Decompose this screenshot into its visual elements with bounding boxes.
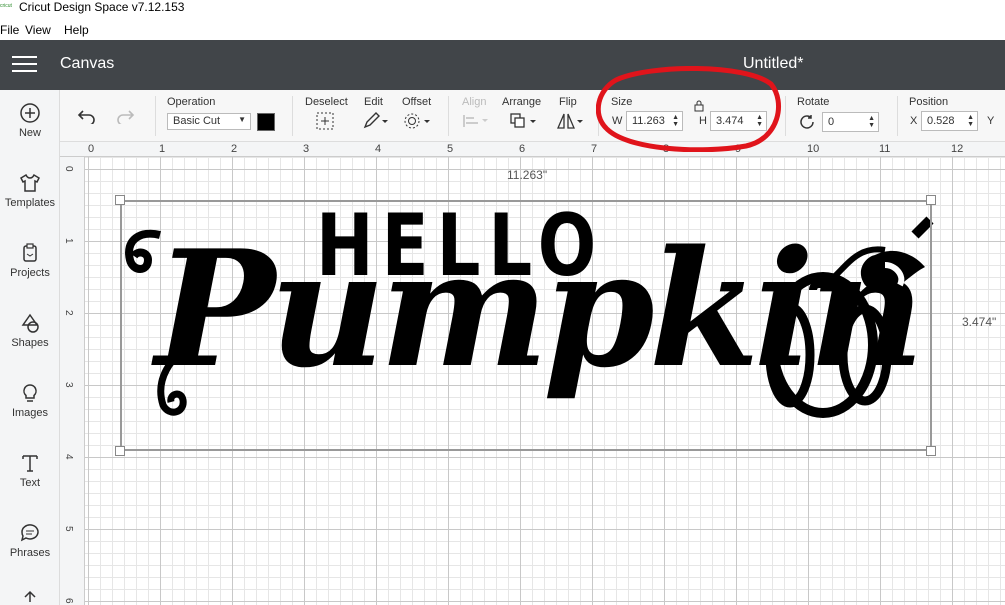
sidebar-item-label: Phrases xyxy=(9,547,51,559)
rotate-value: 0 xyxy=(828,116,835,128)
arrange-label: Arrange xyxy=(502,96,542,108)
shapes-icon xyxy=(21,313,39,333)
ruler-tick: 4 xyxy=(63,454,74,460)
edit-label: Edit xyxy=(364,96,383,108)
lightbulb-icon xyxy=(23,384,37,402)
ruler-tick: 2 xyxy=(231,143,238,155)
rotate-icon[interactable] xyxy=(798,114,816,130)
resize-handle[interactable] xyxy=(926,446,936,456)
y-label: Y xyxy=(987,115,995,127)
sidebar-item-projects[interactable]: Projects xyxy=(0,242,60,279)
hamburger-menu-icon[interactable] xyxy=(12,56,37,74)
rotate-label: Rotate xyxy=(797,96,830,108)
left-sidebar: New Templates Projects Shapes Images Tex… xyxy=(0,90,60,605)
position-x-value: 0.528 xyxy=(927,115,955,127)
ruler-tick: 5 xyxy=(63,526,74,532)
position-x-input[interactable]: 0.528 ▲ ▼ xyxy=(921,111,978,131)
shirt-icon xyxy=(20,173,40,192)
ruler-vertical: 0 1 2 3 4 5 6 xyxy=(60,157,85,605)
pencil-icon[interactable] xyxy=(362,112,388,130)
ruler-tick: 6 xyxy=(519,143,526,155)
flip-label: Flip xyxy=(559,96,577,108)
stepper-icon[interactable]: ▲ ▼ xyxy=(868,115,875,129)
ruler-tick: 1 xyxy=(63,238,74,244)
ruler-tick: 10 xyxy=(807,143,820,155)
deselect-label: Deselect xyxy=(305,96,348,108)
upload-icon xyxy=(24,590,36,602)
ruler-horizontal: 0 1 2 3 4 5 6 7 8 9 10 11 12 xyxy=(60,142,1005,157)
ruler-tick: 3 xyxy=(63,382,74,388)
resize-handle[interactable] xyxy=(926,195,936,205)
ruler-tick: 12 xyxy=(951,143,964,155)
ruler-tick: 3 xyxy=(303,143,310,155)
menu-file[interactable]: File xyxy=(0,23,19,37)
menu-help[interactable]: Help xyxy=(64,23,89,37)
offset-label: Offset xyxy=(402,96,432,108)
operation-select[interactable]: Basic Cut ▼ xyxy=(167,113,251,130)
deselect-icon[interactable] xyxy=(316,112,334,130)
resize-handle[interactable] xyxy=(115,195,125,205)
speech-bubble-icon xyxy=(20,524,39,542)
ruler-tick: 4 xyxy=(375,143,382,155)
ruler-tick: 11 xyxy=(879,143,891,155)
sidebar-item-label: Text xyxy=(19,477,41,489)
operation-color-swatch[interactable] xyxy=(257,113,275,131)
operation-value: Basic Cut xyxy=(173,115,221,127)
ruler-tick: 5 xyxy=(447,143,454,155)
resize-handle[interactable] xyxy=(115,446,125,456)
ruler-tick: 0 xyxy=(88,143,95,155)
red-annotation-circle xyxy=(596,66,781,152)
sidebar-item-new[interactable]: New xyxy=(0,102,60,139)
position-label: Position xyxy=(909,96,949,108)
ruler-tick: 1 xyxy=(159,143,166,155)
height-readout: 3.474" xyxy=(962,315,997,329)
arrange-icon[interactable] xyxy=(509,112,537,130)
sidebar-item-text[interactable]: Text xyxy=(0,452,60,489)
sidebar-item-label: Templates xyxy=(4,197,56,209)
sidebar-item-label: Images xyxy=(11,407,49,419)
sidebar-item-label: Projects xyxy=(10,267,50,279)
selection-bounding-box[interactable] xyxy=(120,200,932,451)
sidebar-item-templates[interactable]: Templates xyxy=(0,172,60,209)
offset-icon[interactable] xyxy=(403,112,431,130)
ruler-tick: 6 xyxy=(63,598,74,604)
window-titlebar: cricut Cricut Design Space v7.12.153 xyxy=(0,0,1005,19)
rotate-input[interactable]: 0 ▲ ▼ xyxy=(822,112,879,132)
x-label: X xyxy=(910,115,918,127)
chevron-down-icon: ▼ xyxy=(238,115,246,124)
sidebar-item-label: New xyxy=(18,127,41,139)
section-title: Canvas xyxy=(60,55,115,72)
menubar: File View Help xyxy=(0,19,1005,40)
app-title: Cricut Design Space v7.12.153 xyxy=(19,0,185,14)
operation-label: Operation xyxy=(167,96,216,108)
redo-icon[interactable] xyxy=(115,108,135,124)
ruler-tick: 0 xyxy=(63,166,74,172)
sidebar-item-images[interactable]: Images xyxy=(0,382,60,419)
undo-icon[interactable] xyxy=(77,108,97,124)
sidebar-item-phrases[interactable]: Phrases xyxy=(0,522,60,559)
stepper-icon[interactable]: ▲ ▼ xyxy=(967,114,974,128)
align-label: Align xyxy=(462,96,487,108)
app-header: Canvas Untitled* xyxy=(0,40,1005,90)
plus-circle-icon xyxy=(20,103,40,123)
menu-view[interactable]: View xyxy=(25,23,51,37)
sidebar-item-shapes[interactable]: Shapes xyxy=(0,312,60,349)
ruler-tick: 2 xyxy=(63,310,74,316)
flip-icon[interactable] xyxy=(556,112,584,130)
edit-toolbar: Operation Basic Cut ▼ Deselect Edit Offse… xyxy=(60,90,1005,142)
sidebar-item-label: Shapes xyxy=(11,337,49,349)
width-readout: 11.263" xyxy=(507,168,548,182)
sidebar-item-upload[interactable] xyxy=(0,590,60,605)
cricut-logo-icon: cricut xyxy=(0,3,12,9)
clipboard-icon xyxy=(23,243,37,262)
align-icon[interactable] xyxy=(462,114,488,128)
text-icon xyxy=(22,455,38,472)
